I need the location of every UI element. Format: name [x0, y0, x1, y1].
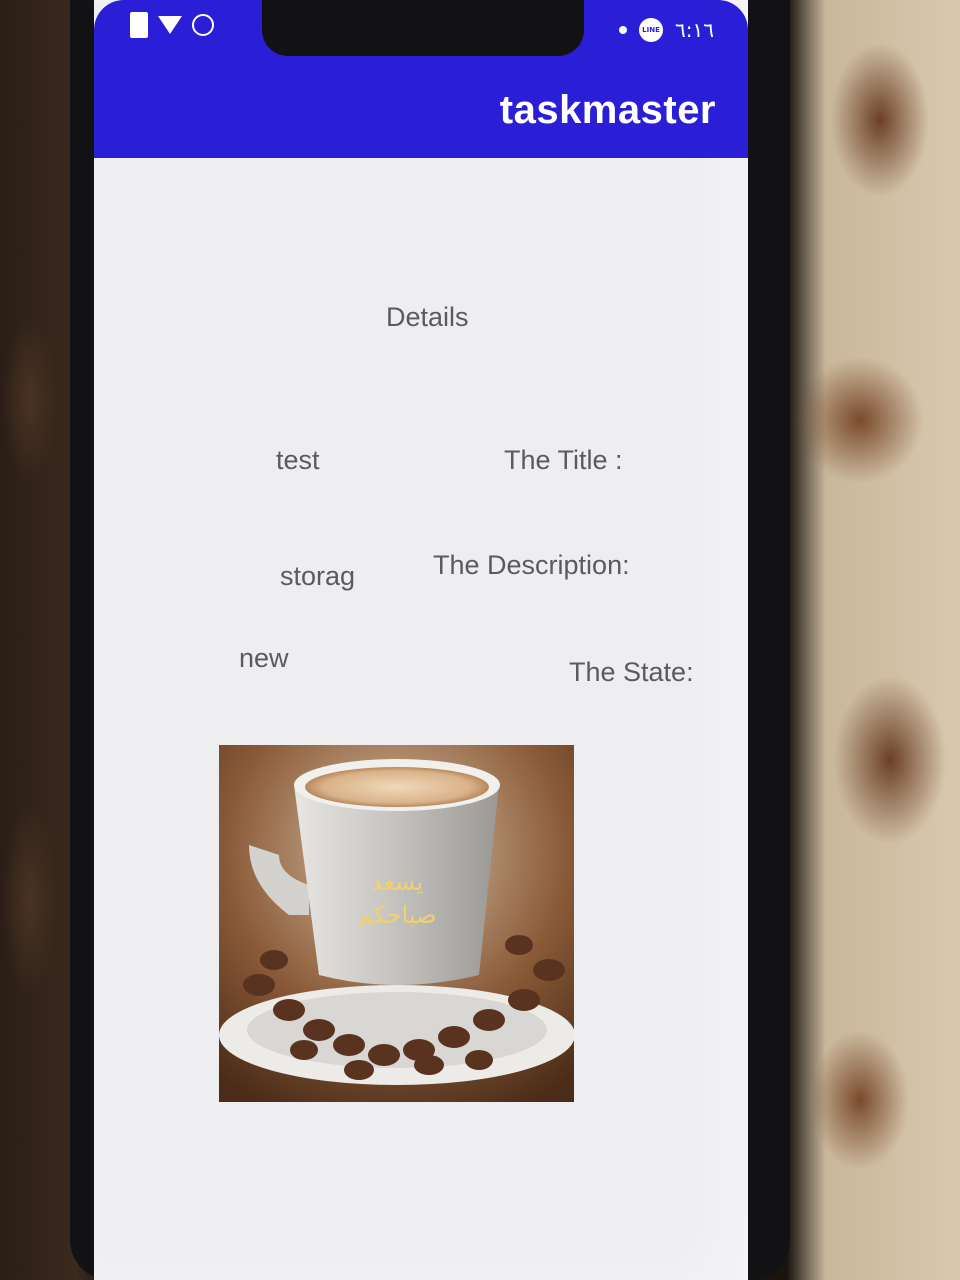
camera-notch [262, 0, 584, 56]
wifi-icon [158, 16, 182, 34]
task-title-value: test [276, 445, 320, 475]
status-time: ٦:١٦ [675, 18, 714, 42]
task-description-label: The Description: [433, 550, 630, 580]
caption-line1: يسعد [371, 868, 423, 896]
app-bar: taskmaster [94, 56, 748, 158]
caption-line2: صباحكم [358, 901, 437, 929]
details-heading: Details [386, 302, 469, 332]
notification-dot-icon [619, 26, 628, 34]
task-image: يسعد صباحكم [219, 745, 574, 1102]
battery-icon [130, 12, 148, 38]
task-title-label: The Title : [504, 445, 623, 475]
alarm-icon [192, 14, 214, 36]
task-state-label: The State: [569, 657, 694, 687]
status-icons-right: LINE ٦:١٦ [619, 18, 714, 42]
task-description-value: storag [280, 561, 356, 591]
line-app-icon: LINE [639, 18, 664, 42]
task-state-value: new [239, 643, 289, 673]
status-icons-left [130, 12, 214, 38]
app-title: taskmaster [499, 88, 716, 132]
coffee-cup-image: يسعد صباحكم [219, 745, 574, 1102]
phone-screen: LINE ٦:١٦ taskmaster Details test The Ti… [94, 0, 748, 1280]
